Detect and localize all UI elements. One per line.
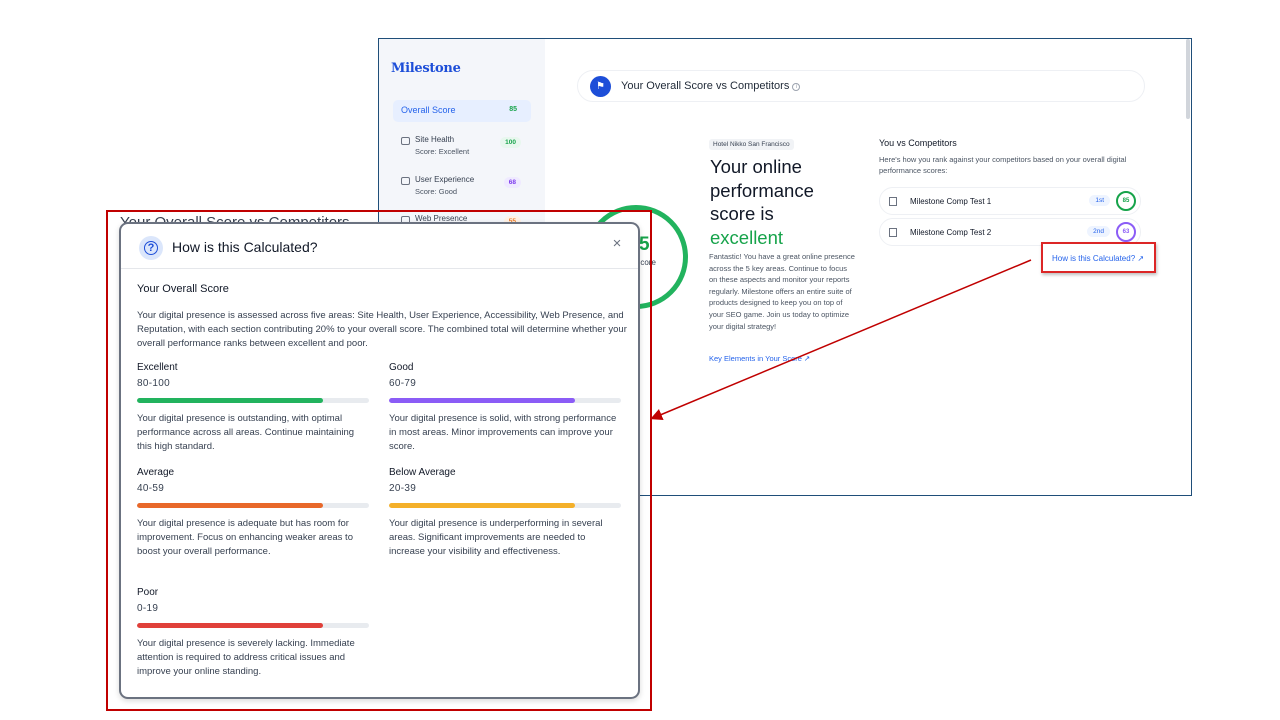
- tier-bar-fill: [389, 398, 575, 403]
- tier-excellent: Excellent 80-100 Your digital presence i…: [137, 362, 369, 453]
- tier-bar: [389, 503, 621, 508]
- sidebar-item-label: Site Health: [415, 135, 455, 144]
- section-header: ⚑ Your Overall Score vs Competitors i: [577, 70, 1145, 102]
- headline: Your online performance score is excelle…: [710, 155, 850, 249]
- tier-name: Poor: [137, 587, 159, 598]
- tier-below-average: Below Average 20-39 Your digital presenc…: [389, 467, 621, 558]
- heart-icon: [401, 137, 410, 145]
- competitor-rank: 1st: [1089, 195, 1110, 206]
- flag-icon: ⚑: [590, 76, 611, 97]
- competitor-name: Milestone Comp Test 2: [910, 228, 992, 237]
- tier-name: Excellent: [137, 362, 178, 373]
- tier-name: Average: [137, 467, 175, 478]
- sidebar-item-user-experience[interactable]: User Experience Score: Good 68: [401, 175, 531, 205]
- calculation-modal: ? How is this Calculated? × Your Overall…: [119, 222, 640, 699]
- tier-description: Your digital presence is outstanding, wi…: [137, 413, 355, 452]
- score-badge: 68: [503, 177, 521, 188]
- tier-description: Your digital presence is solid, with str…: [389, 413, 617, 452]
- competitors-title: You vs Competitors: [879, 138, 957, 148]
- competitor-rank: 2nd: [1087, 226, 1110, 237]
- score-badge: 100: [500, 137, 521, 148]
- sidebar-item-sub: Score: Good: [415, 187, 458, 196]
- tier-poor: Poor 0-19 Your digital presence is sever…: [137, 587, 369, 678]
- tier-range: 20-39: [389, 483, 417, 494]
- tier-range: 40-59: [137, 483, 165, 494]
- headline-main: Your online performance score is: [710, 156, 814, 224]
- how-calculated-link[interactable]: How is this Calculated? ↗: [1052, 254, 1144, 263]
- competitors-description: Here's how you rank against your competi…: [879, 155, 1127, 175]
- tier-average: Average 40-59 Your digital presence is a…: [137, 467, 369, 558]
- tier-bar-fill: [389, 503, 575, 508]
- info-icon[interactable]: i: [792, 83, 801, 91]
- competitor-name: Milestone Comp Test 1: [910, 197, 992, 206]
- how-calculated-link-highlight[interactable]: How is this Calculated? ↗: [1041, 242, 1156, 273]
- competitor-score: 85: [1116, 191, 1136, 211]
- tier-description: Your digital presence is severely lackin…: [137, 638, 355, 677]
- tier-bar: [137, 623, 369, 628]
- section-intro: Your digital presence is assessed across…: [137, 310, 627, 349]
- sidebar-item-sub: Score: Excellent: [415, 147, 470, 156]
- section-title: Your Overall Score vs Competitors i: [621, 80, 801, 92]
- modal-header: ? How is this Calculated? ×: [121, 224, 638, 269]
- tier-bar-fill: [137, 623, 323, 628]
- close-button[interactable]: ×: [610, 236, 624, 252]
- sidebar-item-site-health[interactable]: Site Health Score: Excellent 100: [401, 135, 531, 165]
- tier-bar-fill: [137, 398, 323, 403]
- tier-description: Your digital presence is adequate but ha…: [137, 518, 353, 557]
- sidebar-item-label: User Experience: [415, 175, 475, 184]
- tier-range: 0-19: [137, 603, 159, 614]
- monitor-icon: [401, 177, 410, 185]
- scrollbar[interactable]: [1186, 39, 1190, 119]
- tier-name: Good: [389, 362, 414, 373]
- tier-name: Below Average: [389, 467, 456, 478]
- section-title-text: Your Overall Score vs Competitors: [621, 80, 790, 92]
- tier-range: 60-79: [389, 378, 417, 389]
- headline-status: excellent: [710, 226, 784, 248]
- sidebar-item-label: Overall Score: [401, 105, 456, 115]
- competitor-score: 63: [1116, 222, 1136, 242]
- building-icon: [889, 228, 897, 237]
- tier-bar-fill: [137, 503, 323, 508]
- tier-description: Your digital presence is underperforming…: [389, 518, 603, 557]
- modal-title: How is this Calculated?: [172, 239, 318, 255]
- tier-good: Good 60-79 Your digital presence is soli…: [389, 362, 621, 453]
- hotel-tag: Hotel Nikko San Francisco: [709, 139, 794, 150]
- sidebar-item-value: 85: [509, 106, 517, 113]
- score-description: Fantastic! You have a great online prese…: [709, 252, 855, 331]
- key-elements-link[interactable]: Key Elements in Your Score ↗: [709, 354, 810, 363]
- section-heading: Your Overall Score: [137, 283, 229, 295]
- building-icon: [889, 197, 897, 206]
- tier-bar: [137, 503, 369, 508]
- tier-range: 80-100: [137, 378, 170, 389]
- sidebar-item-overall-score[interactable]: Overall Score 85: [393, 100, 531, 122]
- tier-bar: [137, 398, 369, 403]
- competitor-row[interactable]: Milestone Comp Test 1 1st 85: [879, 187, 1141, 215]
- milestone-logo: Milestone: [391, 61, 461, 76]
- tier-bar: [389, 398, 621, 403]
- question-icon: ?: [139, 236, 163, 260]
